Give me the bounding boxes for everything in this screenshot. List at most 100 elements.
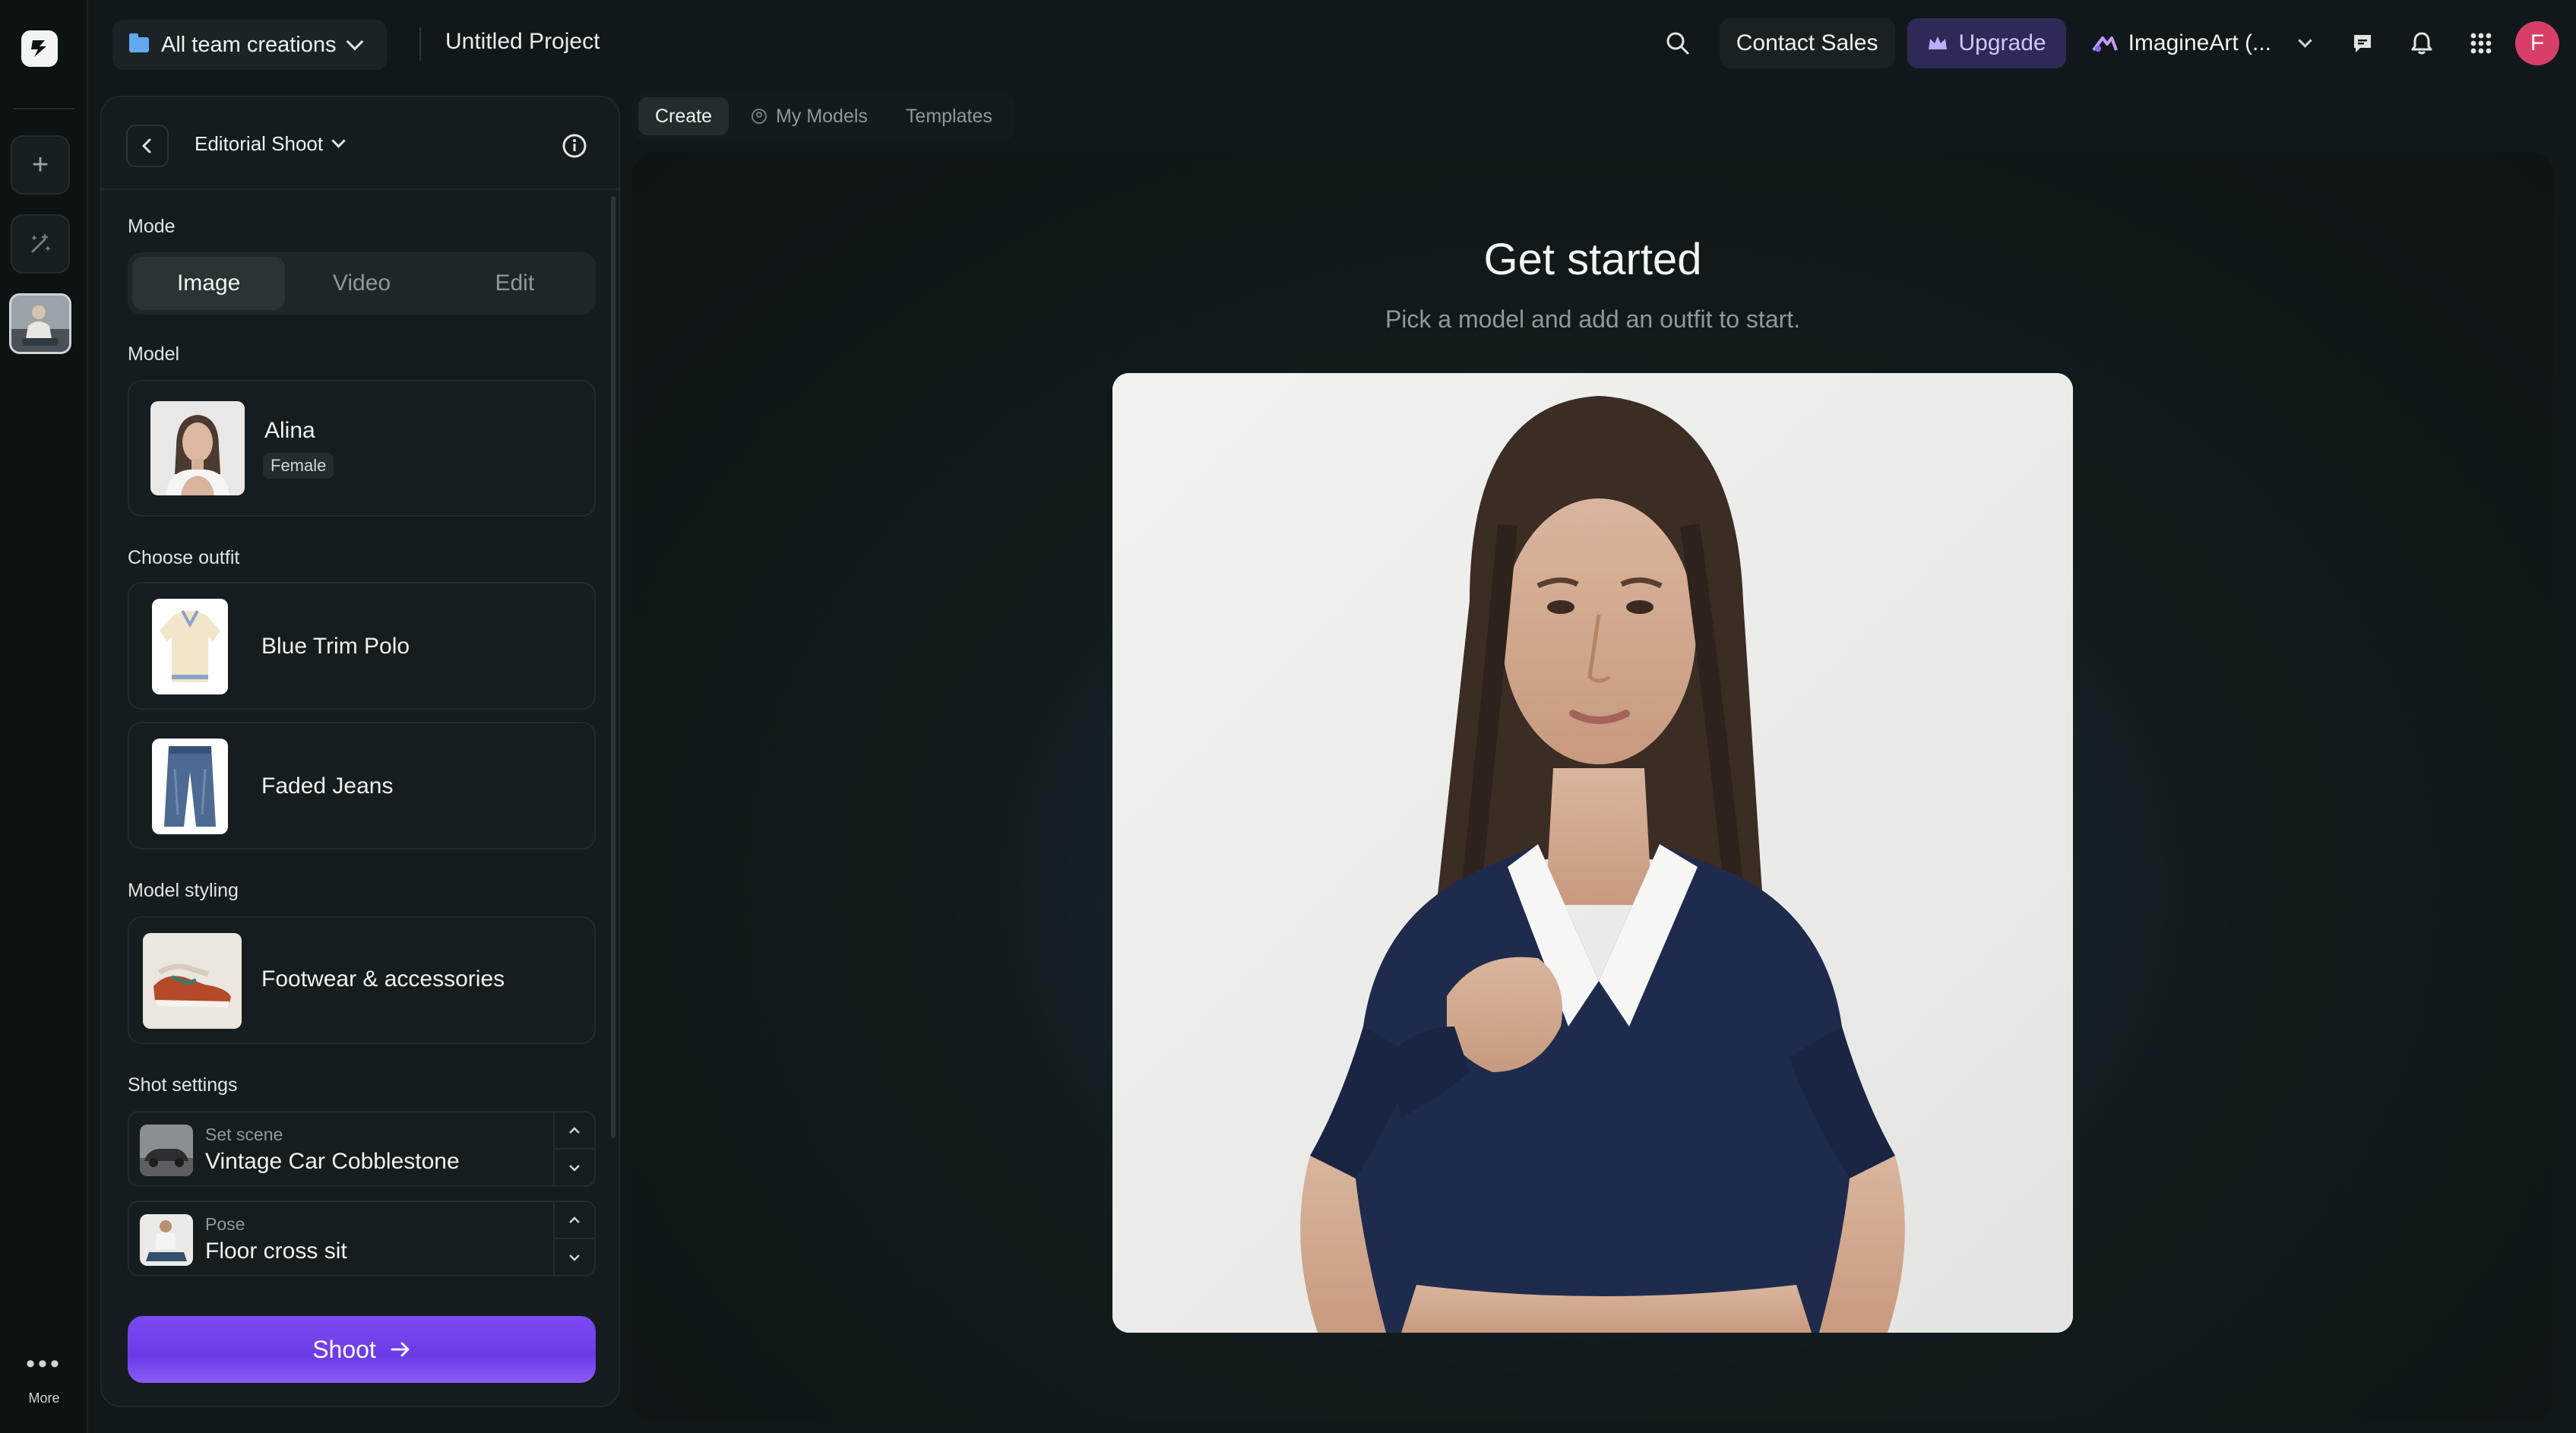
footwear-thumbnail	[143, 933, 242, 1029]
model-label: Model	[128, 343, 180, 365]
chevron-left-icon	[142, 138, 151, 153]
scene-thumbnail	[140, 1125, 193, 1176]
scene-stepper	[553, 1112, 594, 1185]
tab-templates-label: Templates	[905, 105, 992, 127]
top-bar: All team creations Untitled Project Cont…	[88, 0, 2576, 88]
outfit-name: Blue Trim Polo	[261, 634, 410, 659]
contact-sales-button[interactable]: Contact Sales	[1719, 18, 1895, 68]
chevron-down-icon	[569, 1164, 580, 1172]
chevron-up-icon	[569, 1216, 580, 1223]
mode-label: Mode	[128, 216, 176, 237]
search-button[interactable]	[1654, 20, 1701, 67]
magic-icon	[31, 233, 50, 253]
rail-separator	[14, 108, 74, 109]
chat-button[interactable]	[2339, 20, 2386, 67]
model-gender-badge: Female	[263, 453, 334, 479]
scene-caption: Set scene	[205, 1125, 283, 1144]
canvas-subheading: Pick a model and add an outfit to start.	[1385, 305, 1801, 333]
imagineart-icon	[2091, 36, 2118, 52]
panel-header: Editorial Shoot	[102, 97, 619, 190]
chevron-down-icon	[2298, 33, 2312, 48]
chevron-down-icon	[331, 134, 346, 148]
workspace-label: ImagineArt (...	[2128, 30, 2271, 55]
pose-caption: Pose	[205, 1214, 245, 1234]
outfit-name: Faded Jeans	[261, 773, 394, 799]
scene-value: Vintage Car Cobblestone	[205, 1149, 460, 1174]
scene-prev-button[interactable]	[555, 1112, 594, 1150]
mode-tab-image[interactable]: Image	[132, 257, 286, 310]
back-button[interactable]	[126, 125, 169, 167]
tool-selector[interactable]: Editorial Shoot	[195, 132, 346, 156]
model-name: Alina	[264, 418, 315, 443]
canvas-area: Get started Pick a model and add an outf…	[632, 152, 2553, 1421]
chat-icon	[2354, 35, 2371, 52]
upgrade-label: Upgrade	[1958, 30, 2046, 55]
pose-selector[interactable]: Pose Floor cross sit	[128, 1200, 596, 1276]
styling-item[interactable]: Footwear & accessories	[128, 916, 596, 1044]
pose-thumbnail	[140, 1214, 193, 1266]
canvas-tabs: Create My Models Templates	[632, 93, 1015, 140]
chevron-down-icon	[569, 1254, 580, 1261]
new-project-button[interactable]: +	[11, 135, 70, 195]
preview-image	[1112, 373, 2073, 1333]
logo-icon[interactable]	[21, 30, 58, 67]
editorial-shoot-thumbnail[interactable]	[9, 293, 71, 354]
more-label: More	[28, 1390, 60, 1406]
project-title[interactable]: Untitled Project	[445, 29, 600, 55]
team-creations-dropdown[interactable]: All team creations	[112, 20, 387, 70]
folder-icon	[129, 33, 149, 52]
tab-create[interactable]: Create	[638, 97, 729, 135]
jeans-thumbnail	[152, 739, 228, 834]
canvas-heading: Get started	[1483, 235, 1702, 284]
shoot-button[interactable]: Shoot	[128, 1316, 596, 1383]
tab-my-models-label: My Models	[776, 105, 868, 127]
chevron-down-icon	[346, 33, 363, 51]
mode-tab-edit[interactable]: Edit	[438, 257, 591, 310]
shoot-label: Shoot	[312, 1335, 376, 1363]
outfit-label: Choose outfit	[128, 547, 240, 568]
left-rail: + ••• More	[0, 0, 88, 1433]
crown-icon	[1928, 36, 1947, 49]
model-thumbnail	[150, 401, 245, 495]
plus-icon: +	[31, 148, 49, 181]
mode-tab-video[interactable]: Video	[285, 257, 438, 310]
pose-prev-button[interactable]	[555, 1202, 594, 1239]
models-icon	[752, 109, 767, 124]
polo-thumbnail	[152, 599, 228, 694]
pose-value: Floor cross sit	[205, 1238, 347, 1264]
tab-create-label: Create	[655, 105, 713, 127]
styling-name: Footwear & accessories	[261, 966, 505, 992]
upgrade-button[interactable]: Upgrade	[1907, 18, 2066, 68]
bell-icon	[2411, 32, 2432, 55]
team-select-label: All team creations	[161, 32, 337, 57]
search-icon	[1666, 32, 1689, 55]
more-menu[interactable]: ••• More	[0, 1349, 88, 1406]
shot-settings-label: Shot settings	[128, 1074, 238, 1096]
topbar-actions: Contact Sales Upgrade ImagineArt (... F	[1654, 17, 2576, 70]
info-button[interactable]	[559, 131, 590, 161]
magic-tools-button[interactable]	[11, 214, 70, 274]
outfit-item[interactable]: Blue Trim Polo	[128, 582, 596, 710]
workspace-switcher[interactable]: ImagineArt (...	[2075, 18, 2327, 68]
pose-next-button[interactable]	[555, 1239, 594, 1275]
outfit-item[interactable]: Faded Jeans	[128, 722, 596, 849]
pose-stepper	[553, 1202, 594, 1275]
model-card[interactable]: Alina Female	[128, 380, 596, 517]
scene-selector[interactable]: Set scene Vintage Car Cobblestone	[128, 1111, 596, 1187]
panel-title-label: Editorial Shoot	[195, 132, 324, 155]
chevron-up-icon	[569, 1126, 580, 1134]
tab-my-models[interactable]: My Models	[733, 97, 885, 135]
styling-label: Model styling	[128, 880, 239, 901]
more-dots-icon: •••	[26, 1349, 62, 1378]
grid-icon	[2470, 33, 2492, 54]
topbar-divider	[419, 27, 421, 61]
editor-panel: Editorial Shoot Mode Image Video Edit Mo…	[100, 96, 620, 1407]
panel-scrollbar[interactable]	[611, 196, 616, 1138]
info-icon	[562, 134, 587, 158]
scene-next-button[interactable]	[555, 1150, 594, 1185]
notifications-button[interactable]	[2398, 20, 2445, 67]
user-avatar[interactable]: F	[2515, 21, 2559, 65]
apps-button[interactable]	[2457, 20, 2505, 67]
tab-templates[interactable]: Templates	[889, 97, 1009, 135]
mode-tabs: Image Video Edit	[128, 252, 596, 315]
